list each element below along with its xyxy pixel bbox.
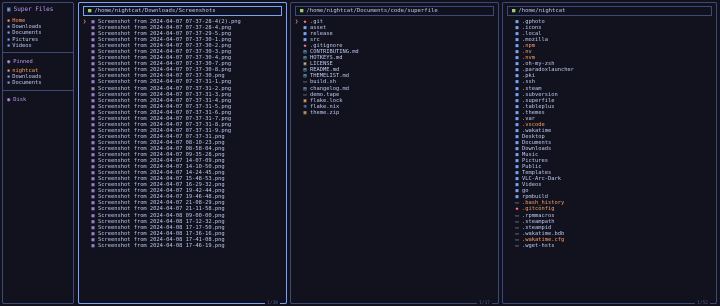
file-list: ■ .gphoto ■ .icons ■ .local ■ .mozilla ■ .npm ■ .nv… — [503, 19, 716, 249]
file-row[interactable]: ▦ theme.zip — [295, 110, 494, 116]
sidebar-item-label: Videos — [12, 42, 32, 49]
folder-icon: ▪ — [7, 42, 11, 49]
app-logo-icon: ▣ — [7, 6, 11, 13]
sidebar-item-videos[interactable]: ▪ Videos — [7, 43, 69, 49]
panel-path-header: ■ /home/nightcat/Downloads/Screenshots — [83, 6, 282, 16]
sidebar: ▣ Super Files ▪ Home ▪ Downloads ▪ Documents ▪… — [2, 2, 74, 304]
file-list: ❯ ▩ Screenshot from 2024-04-07 07-37-28-4(… — [79, 19, 286, 249]
cursor-icon: ❯ — [295, 19, 299, 25]
sidebar-item-label: Documents — [12, 80, 42, 87]
disk-icon: ◉ — [7, 96, 11, 103]
file-panel-superfile[interactable]: ■ /home/nightcat/Documents/code/superfil… — [290, 2, 499, 306]
file-name: theme.zip — [310, 109, 340, 116]
zip-icon: ▦ — [303, 109, 307, 116]
divider — [3, 51, 73, 53]
panel-footer: 1/52 — [695, 301, 710, 306]
sidebar-item-documents[interactable]: ▪ Documents — [7, 80, 69, 86]
panel-path-header: ■ /home/nightcat — [507, 6, 712, 16]
wellknown-list: ▪ Home ▪ Downloads ▪ Documents ▪ Pictures ▪ Video… — [7, 18, 69, 49]
file-name: .wget-hsts — [522, 242, 555, 249]
file-panel-screenshots[interactable]: ■ /home/nightcat/Downloads/Screenshots ❯… — [78, 2, 287, 306]
file-panel-home[interactable]: ■ /home/nightcat ■ .gphoto ■ .icons ■ .local ■… — [502, 2, 717, 306]
folder-icon: ■ — [88, 8, 92, 14]
pinned-list: ▪ nightcat ▪ Downloads ▪ Documents — [7, 68, 69, 87]
panel-footer: 1/17 — [477, 301, 492, 306]
file-row[interactable]: ▩ Screenshot from 2024-04-08 17-46-19.png — [83, 243, 282, 249]
panel-path-header: ■ /home/nightcat/Documents/code/superfil… — [295, 6, 494, 16]
pin-icon: ◉ — [7, 58, 11, 65]
folder-icon: ▪ — [7, 80, 11, 87]
disk-section-title: ◉ Disk — [7, 96, 27, 103]
folder-icon: ■ — [300, 8, 304, 14]
divider — [3, 89, 73, 91]
file-row[interactable]: ▭ .wget-hsts — [507, 243, 712, 249]
pinned-section-title: ◉ Pinned — [7, 58, 33, 65]
panel-footer: 1/38 — [265, 301, 280, 306]
cursor-icon: ❯ — [83, 19, 87, 25]
folder-icon: ■ — [512, 8, 516, 14]
image-file-icon: ▩ — [91, 242, 95, 249]
file-icon: ▭ — [515, 242, 519, 249]
file-list: ❯ ◆ .git ■ asset ■ release ■ src ◆ .gitignore ▤ CONT… — [291, 19, 498, 116]
app-title: ▣ Super Files — [7, 6, 54, 13]
file-name: Screenshot from 2024-04-08 17-46-19.png — [98, 242, 225, 249]
